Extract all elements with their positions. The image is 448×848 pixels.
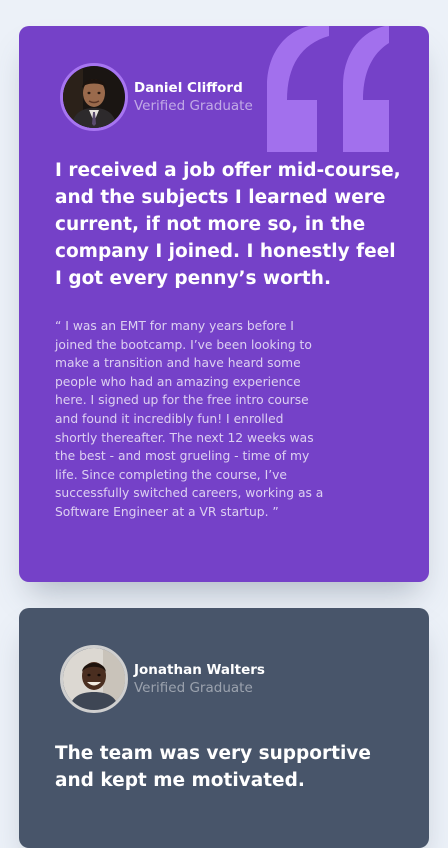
testimonial-quote: “ I was an EMT for many years before I j… [55,319,324,519]
testimonial-headline: I received a job offer mid-course, and t… [55,160,401,289]
author-info: Daniel Clifford Verified Graduate [134,79,253,115]
testimonial-card-jonathan: Jonathan Walters Verified Graduate The t… [19,608,429,848]
author-name: Jonathan Walters [134,662,265,678]
avatar-jonathan [60,645,128,713]
author-info: Jonathan Walters Verified Graduate [134,661,265,697]
testimonial-headline: The team was very supportive and kept me… [55,743,371,791]
testimonial-card-daniel: Daniel Clifford Verified Graduate I rece… [19,26,429,582]
author-role: Verified Graduate [134,680,253,696]
avatar-daniel [60,63,128,131]
author-role: Verified Graduate [134,98,253,114]
author-name: Daniel Clifford [134,80,243,96]
quote-mark-icon [267,26,389,152]
